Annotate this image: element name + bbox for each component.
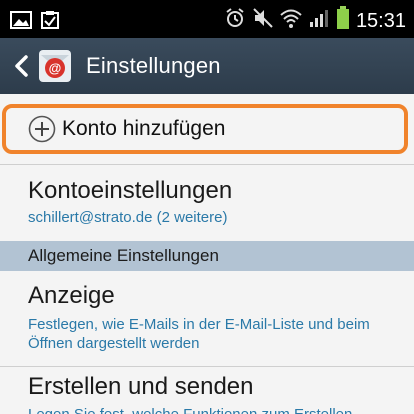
display-settings-item[interactable]: Anzeige Festlegen, wie E-Mails in der E-…: [0, 271, 414, 365]
account-settings-item[interactable]: Kontoeinstellungen schillert@strato.de (…: [0, 165, 414, 241]
status-time: 15:31: [355, 9, 406, 32]
chevron-left-icon: [15, 55, 28, 77]
section-header-title: Allgemeine Einstellungen: [28, 246, 219, 265]
mute-icon: [252, 7, 274, 34]
svg-text:@: @: [49, 61, 62, 76]
add-account-label: Konto hinzufügen: [62, 117, 226, 140]
account-settings-title: Kontoeinstellungen: [28, 177, 233, 204]
status-bar: 15:31: [0, 0, 414, 38]
battery-icon: [336, 6, 350, 35]
add-account-button[interactable]: Konto hinzufügen: [28, 115, 225, 143]
signal-icon: [308, 7, 330, 34]
compose-title: Erstellen und senden: [28, 373, 254, 400]
section-header: Allgemeine Einstellungen: [0, 241, 414, 271]
compose-subtitle: Legen Sie fest, welche Funktionen zum Er…: [28, 405, 398, 414]
page-title: Einstellungen: [86, 53, 221, 78]
clipboard-check-icon: [40, 10, 60, 35]
mail-app-icon[interactable]: @: [38, 49, 72, 83]
settings-screen: 15:31 @ Einstellungen Konto hinzufügen K…: [0, 0, 414, 414]
compose-settings-item[interactable]: Erstellen und senden Legen Sie fest, wel…: [0, 367, 414, 414]
alarm-icon: [224, 7, 246, 34]
plus-circle-icon: [28, 115, 56, 143]
back-button[interactable]: [6, 38, 36, 94]
action-bar: @ Einstellungen: [0, 38, 414, 94]
wifi-icon: [280, 7, 302, 34]
image-icon: [10, 11, 32, 34]
display-title: Anzeige: [28, 282, 115, 309]
display-subtitle: Festlegen, wie E-Mails in der E-Mail-Lis…: [28, 316, 370, 352]
account-settings-subtitle: schillert@strato.de (2 weitere): [28, 209, 228, 226]
